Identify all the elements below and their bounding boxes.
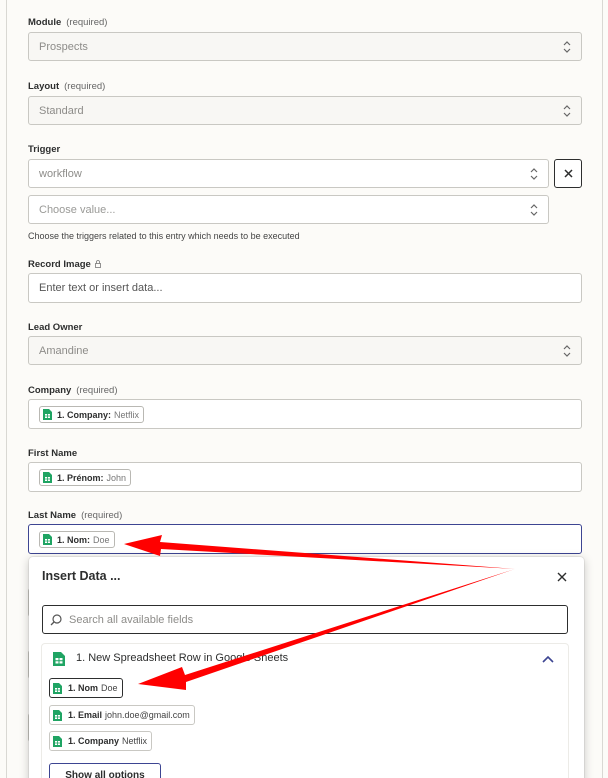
google-sheets-icon [53,652,65,666]
close-icon[interactable] [556,571,568,583]
company-data-pill[interactable]: 1. Company: Netflix [39,406,145,423]
up-down-icon [563,344,571,358]
module-value: Prospects [39,41,88,53]
insert-data-title: Insert Data ... [42,569,121,583]
layout-select[interactable]: Standard [28,96,582,125]
show-all-options-button[interactable]: Show all options [49,763,161,778]
lead-owner-value: Amandine [39,345,89,357]
first-name-label: First Name [28,448,78,459]
first-name-data-pill[interactable]: 1. Prénom: John [39,469,132,486]
lead-owner-select[interactable]: Amandine [28,336,582,365]
insert-option-nom[interactable]: 1. Nom Doe [49,678,123,698]
record-image-input[interactable]: Enter text or insert data... [28,273,582,303]
first-name-input[interactable]: 1. Prénom: John [28,462,582,492]
company-label: Company (required) [28,385,118,396]
google-sheets-icon [43,409,52,420]
insert-data-popup: Insert Data ... 1. New Spreadsheet Row i… [29,557,584,778]
close-icon [563,169,573,178]
layout-label: Layout (required) [28,81,106,92]
search-input[interactable] [69,611,549,629]
module-select[interactable]: Prospects [28,32,582,61]
trigger-value: workflow [39,168,82,180]
up-down-icon [563,40,571,54]
trigger-helper-text: Choose the triggers related to this entr… [28,231,300,241]
search-icon [50,614,62,626]
up-down-icon [563,104,571,118]
search-field[interactable] [42,605,568,634]
lock-icon [94,260,101,271]
insert-option-company[interactable]: 1. Company Netflix [49,731,153,751]
trigger-select[interactable]: workflow [28,159,549,188]
record-image-placeholder: Enter text or insert data... [39,282,163,294]
google-sheets-icon [53,735,62,747]
insert-option-email[interactable]: 1. Email john.doe@gmail.com [49,705,195,725]
last-name-label: Last Name (required) [28,510,123,521]
lead-owner-label: Lead Owner [28,322,83,333]
up-down-icon [530,167,538,181]
up-down-icon [530,203,538,217]
google-sheets-icon [43,534,52,545]
chevron-up-icon[interactable] [542,655,554,663]
trigger-remove-button[interactable] [554,159,582,188]
record-image-label: Record Image [28,259,101,271]
last-name-input[interactable]: 1. Nom: Doe [28,524,582,554]
step-group-title: 1. New Spreadsheet Row in Google Sheets [76,652,289,664]
layout-value: Standard [39,105,84,117]
google-sheets-icon [43,472,52,483]
module-label: Module (required) [28,17,108,28]
trigger-value-select[interactable]: Choose value... [28,195,549,224]
trigger-label: Trigger [28,144,61,155]
step-group-header[interactable]: 1. New Spreadsheet Row in Google Sheets [42,644,568,674]
google-sheets-icon [53,682,62,694]
company-input[interactable]: 1. Company: Netflix [28,399,582,429]
google-sheets-icon [53,709,62,721]
last-name-data-pill[interactable]: 1. Nom: Doe [39,531,115,548]
trigger-value-placeholder: Choose value... [39,204,116,216]
